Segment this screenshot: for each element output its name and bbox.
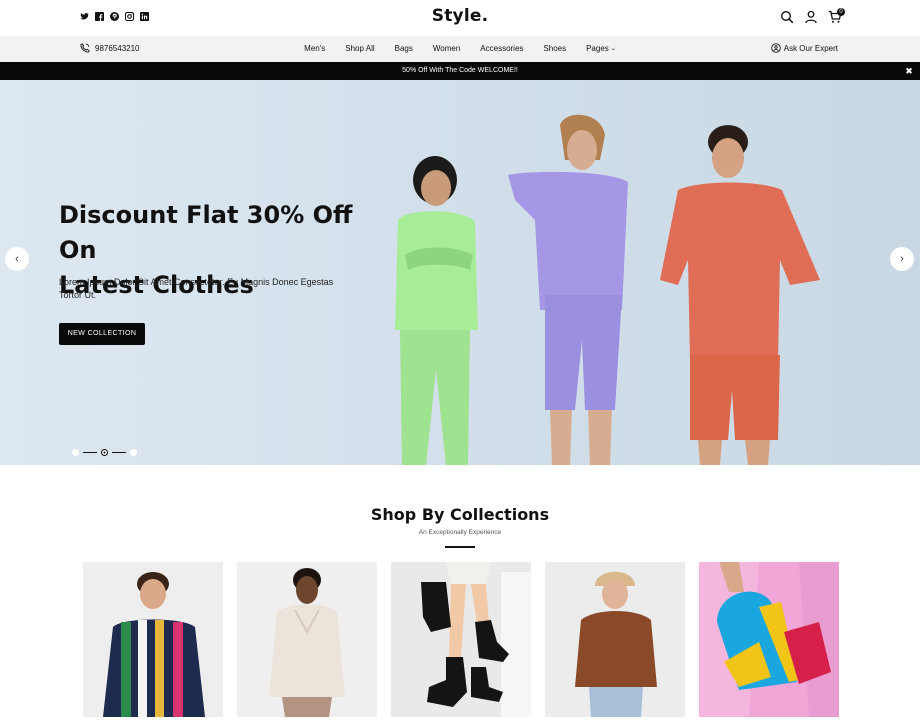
ask-expert-link[interactable]: Ask Our Expert bbox=[770, 43, 838, 53]
new-collection-button[interactable]: NEW COLLECTION bbox=[59, 323, 145, 345]
collection-cards bbox=[83, 562, 839, 717]
hero-models-image bbox=[395, 114, 820, 465]
model-green-tracksuit bbox=[395, 156, 478, 465]
nav-item-shoes[interactable]: Shoes bbox=[533, 44, 576, 53]
nav-item-shop-all[interactable]: Shop All bbox=[335, 44, 384, 53]
slider-pagination bbox=[72, 449, 137, 456]
nav-item-accessories[interactable]: Accessories bbox=[470, 44, 533, 53]
collections-title: Shop By Collections bbox=[370, 505, 550, 524]
bag-shoes-photo bbox=[699, 562, 839, 717]
dot-separator bbox=[112, 452, 126, 453]
chevron-right-icon: › bbox=[900, 253, 904, 265]
close-icon[interactable]: ✖ bbox=[904, 62, 914, 80]
search-icon[interactable] bbox=[780, 10, 794, 24]
slider-next-button[interactable]: › bbox=[890, 247, 914, 271]
slider-prev-button[interactable]: ‹ bbox=[5, 247, 29, 271]
hoodie-photo bbox=[237, 562, 377, 717]
promo-text: 50% Off With The Code WELCOME!! bbox=[402, 67, 518, 74]
slide-dot-2[interactable] bbox=[101, 449, 108, 456]
chevron-left-icon: ‹ bbox=[15, 253, 19, 265]
collection-card-boots[interactable] bbox=[391, 562, 531, 717]
collection-card-hoodie[interactable] bbox=[237, 562, 377, 717]
striped-shirt-photo bbox=[83, 562, 223, 717]
beanie-sweater-photo bbox=[545, 562, 685, 717]
nav-item-pages[interactable]: Pages ⌄ bbox=[576, 44, 626, 53]
boots-photo bbox=[391, 562, 531, 717]
collections-subtitle: An Exceptionally Experience bbox=[418, 529, 502, 536]
collection-card-striped-shirt[interactable] bbox=[83, 562, 223, 717]
nav-item-pages-label: Pages bbox=[586, 44, 609, 53]
dot-separator bbox=[83, 452, 97, 453]
collection-card-beanie-sweater[interactable] bbox=[545, 562, 685, 717]
cart-count-badge: 0 bbox=[837, 8, 845, 16]
nav-item-mens[interactable]: Men's bbox=[294, 44, 335, 53]
slide-dot-3[interactable] bbox=[130, 449, 137, 456]
cart-button[interactable]: 0 bbox=[828, 8, 845, 24]
collection-card-bag-shoes[interactable] bbox=[699, 562, 839, 717]
title-divider bbox=[445, 546, 475, 548]
slide-dot-1[interactable] bbox=[72, 449, 79, 456]
hero-slider: Discount Flat 30% Off On Latest Clothes … bbox=[0, 80, 920, 465]
ask-expert-label: Ask Our Expert bbox=[783, 43, 838, 53]
model-red-tee-set bbox=[660, 125, 820, 465]
hero-subtitle: Lorem Ipsum Dolor Sit Amet Consectetur. … bbox=[59, 277, 334, 300]
nav-item-bags[interactable]: Bags bbox=[385, 44, 423, 53]
expert-icon bbox=[770, 43, 781, 53]
top-header: Style. 0 bbox=[0, 0, 920, 36]
promo-bar: 50% Off With The Code WELCOME!! ✖ bbox=[0, 62, 920, 80]
user-icon[interactable] bbox=[804, 10, 818, 24]
nav-item-women[interactable]: Women bbox=[423, 44, 470, 53]
main-navbar: 9876543210 Men's Shop All Bags Women Acc… bbox=[0, 36, 920, 62]
header-actions: 0 bbox=[780, 8, 845, 24]
model-lavender-set bbox=[508, 114, 628, 465]
chevron-down-icon: ⌄ bbox=[610, 46, 616, 52]
hero-title-line-1: Discount Flat 30% Off On bbox=[59, 201, 353, 264]
